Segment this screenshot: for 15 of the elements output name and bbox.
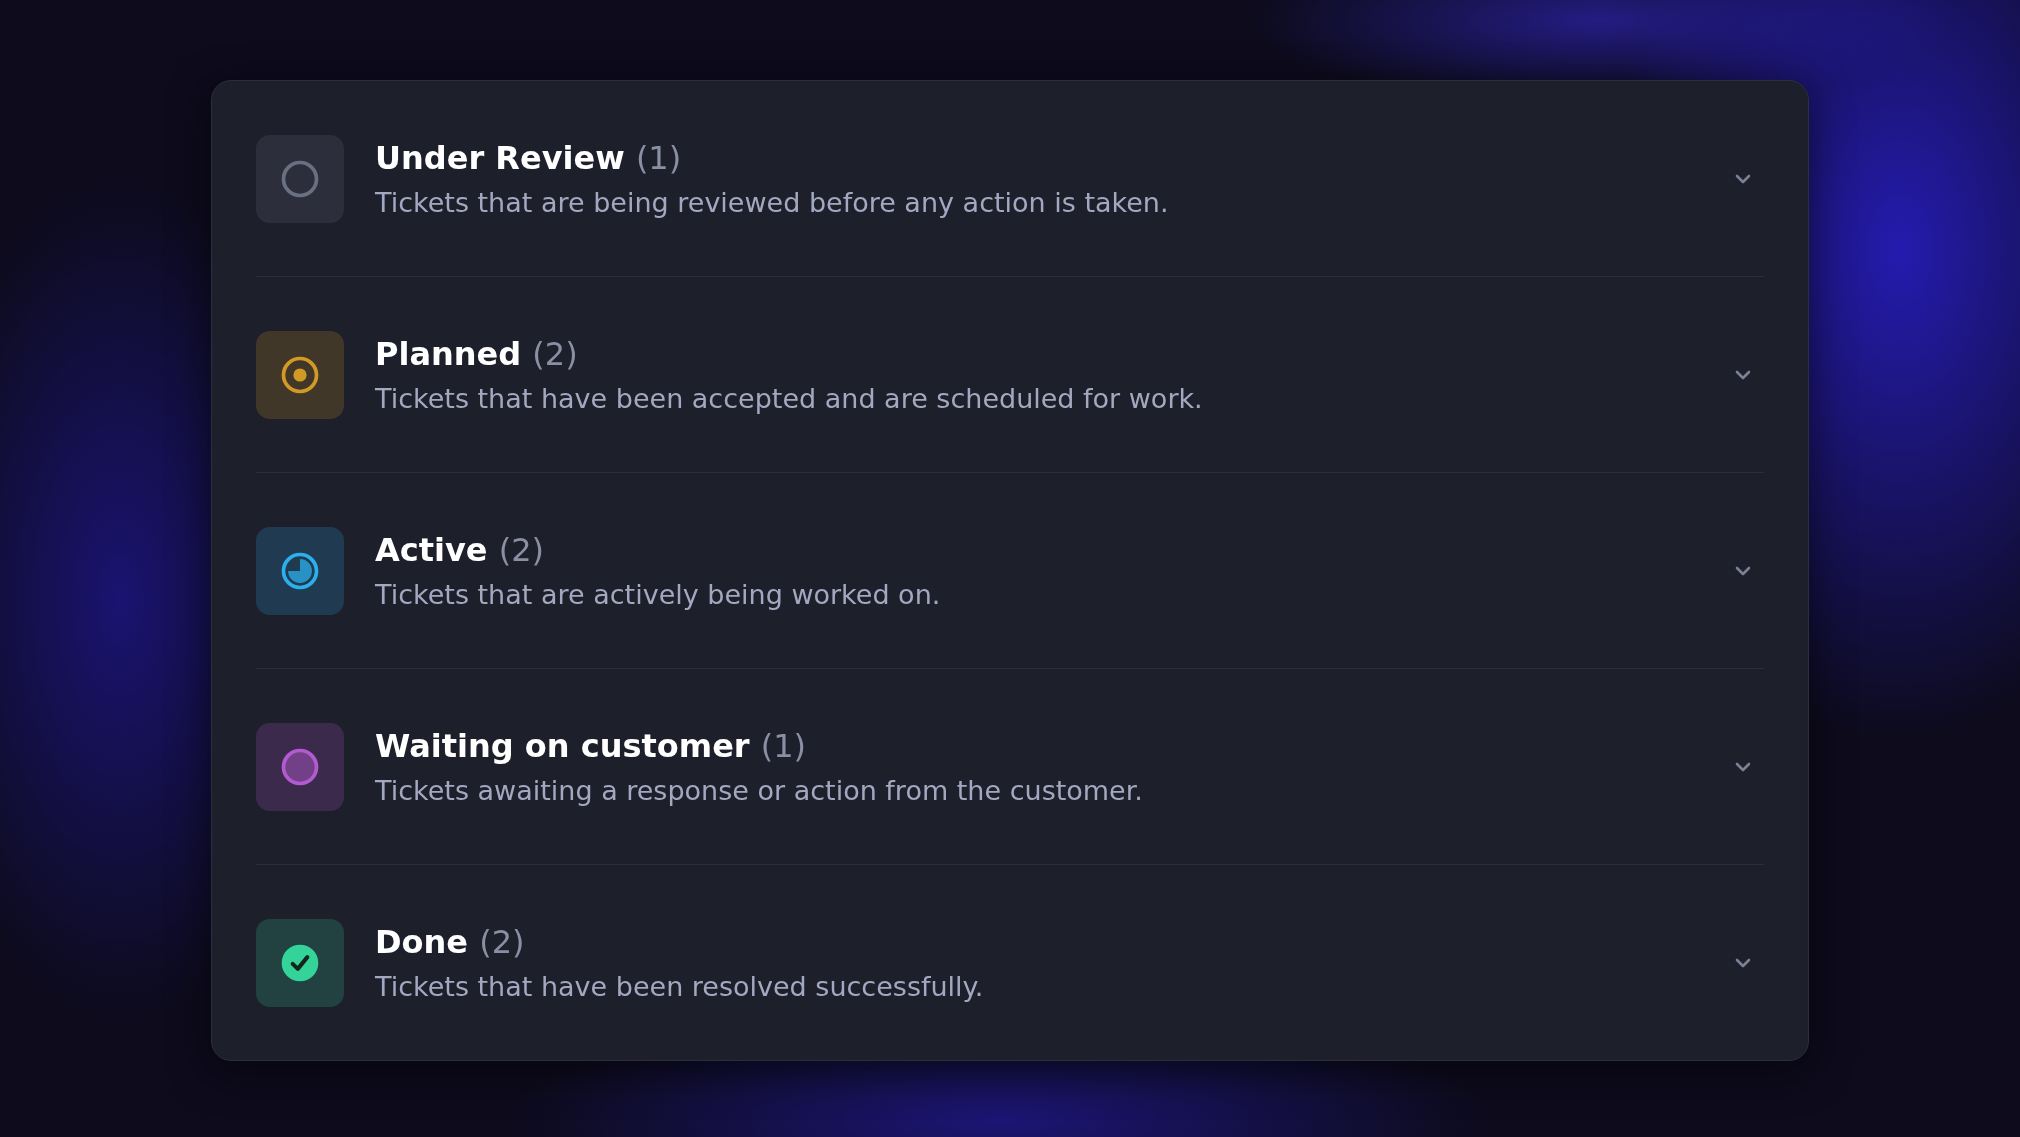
- status-title: Done: [375, 923, 469, 961]
- status-description: Tickets awaiting a response or action from the customer.: [375, 775, 1144, 806]
- status-title: Active: [375, 531, 488, 569]
- status-count: (2): [498, 531, 545, 569]
- status-count: (2): [479, 923, 525, 961]
- status-description: Tickets that are being reviewed before any action is taken.: [375, 187, 1170, 218]
- status-description: Tickets that are actively being worked on.: [375, 579, 942, 610]
- status-count: (2): [532, 335, 578, 373]
- status-description: Tickets that have been resolved successfully.: [375, 971, 985, 1002]
- status-title: Under Review: [375, 139, 625, 177]
- status-title: Waiting on customer: [375, 727, 750, 765]
- status-count: (1): [635, 139, 682, 177]
- status-description: Tickets that have been accepted and are scheduled for work.: [375, 383, 1204, 414]
- status-title: Planned: [375, 335, 522, 373]
- status-count: (1): [760, 727, 807, 765]
